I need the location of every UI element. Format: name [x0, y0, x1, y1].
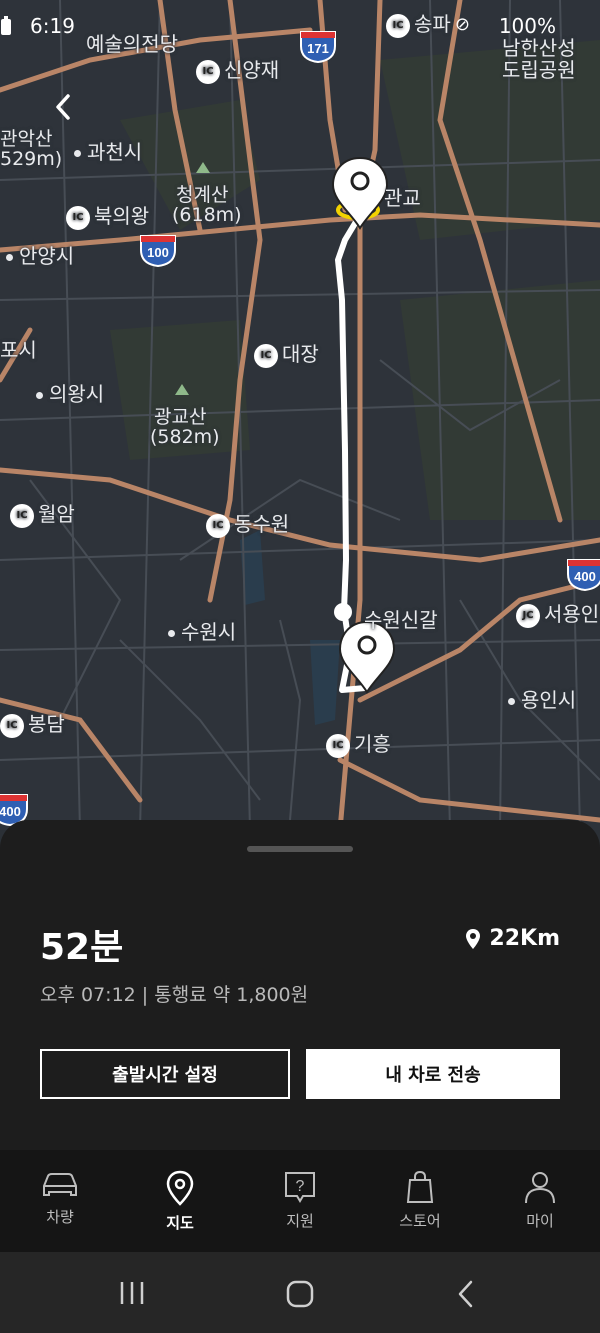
status-icons: ⊘ [454, 14, 470, 35]
svg-text:?: ? [296, 1178, 305, 1195]
map-label: 수원신갈 [364, 608, 438, 632]
map-label: 의왕시 [36, 378, 104, 407]
map-label: 과천시 [74, 136, 142, 165]
map-label: 도립공원 [502, 58, 576, 82]
map-view[interactable]: 171 100 400 400 예술의전당 IC 신양재 IC 송파 남한산성 도립… [0, 0, 600, 830]
map-label: IC 봉담 [0, 708, 65, 738]
tab-label: 지도 [166, 1214, 194, 1232]
system-nav-bar [0, 1252, 600, 1333]
tab-my[interactable]: 마이 [480, 1150, 600, 1252]
car-icon [43, 1173, 77, 1196]
map-label: 청계산 [176, 184, 229, 206]
person-icon [525, 1172, 555, 1204]
route-distance: 22Km [465, 926, 560, 951]
map-label: 용인시 [508, 684, 576, 713]
status-time: 6:19 [30, 14, 75, 38]
back-icon[interactable] [456, 1280, 476, 1308]
tab-store[interactable]: 스토어 [360, 1150, 480, 1252]
tab-map[interactable]: 지도 [120, 1150, 240, 1252]
map-label: (582m) [150, 426, 220, 448]
bag-icon [406, 1170, 434, 1203]
map-label: IC 동수원 [206, 508, 289, 538]
map-label: 관교 [384, 186, 421, 210]
battery-level: 100% [498, 14, 556, 38]
shield-400-west: 400 [0, 804, 21, 819]
tab-vehicle[interactable]: 차량 [0, 1150, 120, 1252]
help-icon: ? [285, 1172, 315, 1203]
tab-label: 마이 [526, 1212, 554, 1230]
shield-100: 100 [147, 245, 169, 260]
shield-400-east: 400 [574, 569, 596, 584]
map-label: IC 기흥 [326, 728, 391, 758]
route-eta-toll: 오후 07:12 | 통행료 약 1,800원 [40, 984, 309, 1006]
recent-apps-icon[interactable] [118, 1280, 146, 1306]
tab-label: 스토어 [399, 1212, 441, 1230]
tab-label: 지원 [286, 1212, 314, 1230]
map-label: (618m) [172, 204, 242, 226]
route-summary-sheet: 52분 22Km 오후 07:12 | 통행료 약 1,800원 출발시간 설정… [0, 820, 600, 1150]
status-bar: 6:19 ⊘ 100% [0, 0, 600, 52]
mountain-icon [175, 380, 189, 399]
bottom-tab-bar: 차량 지도 ? 지원 스토어 마이 [0, 1150, 600, 1252]
map-label: 안양시 [6, 240, 74, 269]
distance-value: 22Km [489, 926, 560, 951]
mountain-icon [196, 158, 210, 177]
map-label: 수원시 [168, 616, 236, 645]
back-button[interactable] [48, 90, 78, 124]
route-duration: 52분 [40, 927, 124, 968]
map-label: IC 북의왕 [66, 200, 149, 230]
map-label: IC 대장 [254, 338, 319, 368]
send-to-car-button[interactable]: 내 차로 전송 [306, 1049, 560, 1099]
tab-label: 차량 [46, 1208, 74, 1226]
map-label: JC 서용인 [516, 598, 599, 628]
home-icon[interactable] [285, 1280, 315, 1308]
tab-support[interactable]: ? 지원 [240, 1150, 360, 1252]
map-label: 관악산 [0, 128, 53, 150]
battery-icon [1, 16, 11, 35]
map-label: IC 신양재 [196, 54, 279, 84]
departure-time-button[interactable]: 출발시간 설정 [40, 1049, 290, 1099]
location-pin-icon [466, 928, 481, 949]
sheet-drag-handle[interactable] [247, 846, 353, 852]
map-pin-icon [166, 1170, 194, 1206]
map-label: 광교산 [154, 406, 207, 428]
map-label: IC 월암 [10, 498, 75, 528]
map-label: 포시 [0, 338, 37, 362]
map-label: 529m) [0, 148, 63, 170]
chevron-left-icon [56, 94, 70, 120]
